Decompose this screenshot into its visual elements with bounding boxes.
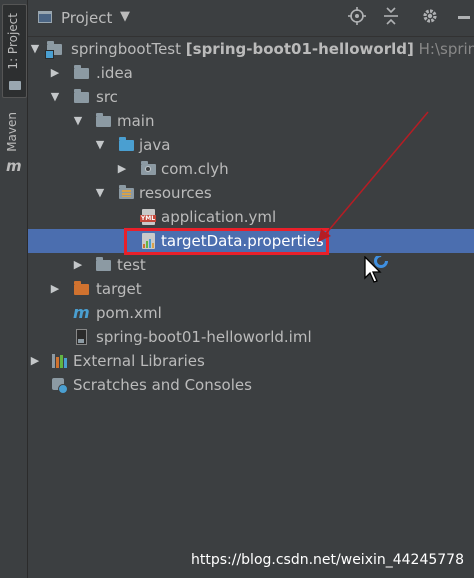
folder-icon (73, 89, 90, 105)
tree-label-package: com.clyh (161, 160, 229, 178)
tree-label-external-libraries: External Libraries (73, 352, 205, 370)
maven-icon[interactable]: m (6, 157, 22, 175)
folder-icon (9, 81, 21, 90)
expand-arrow-icon[interactable]: ▼ (93, 184, 107, 202)
tree-row-main[interactable]: ▼ main (28, 109, 474, 133)
tree-row-iml[interactable]: spring-boot01-helloworld.iml (28, 325, 474, 349)
iml-file-icon (73, 329, 90, 345)
collapsed-arrow-icon[interactable]: ▶ (48, 64, 62, 82)
module-folder-icon (45, 41, 63, 59)
tree-row-resources[interactable]: ▼ resources (28, 181, 474, 205)
tree-row-target[interactable]: ▶ target (28, 277, 474, 301)
root-path: H:\springbo (418, 40, 474, 58)
tree-label-application-yml: application.yml (161, 208, 277, 226)
excluded-folder-icon (73, 281, 90, 297)
view-selector-caret-icon[interactable]: ▼ (120, 9, 130, 24)
scratches-icon (51, 377, 68, 394)
annotation-highlight-box (124, 228, 329, 255)
tree-row-external-libraries[interactable]: ▶ External Libraries (28, 349, 474, 373)
left-tool-strip: 1: Project Maven m (0, 0, 28, 578)
tree-row-scratches[interactable]: Scratches and Consoles (28, 373, 474, 397)
mouse-cursor-icon (364, 254, 390, 286)
tree-label-test: test (117, 256, 146, 274)
settings-button[interactable] (419, 7, 441, 29)
project-header: Project ▼ (28, 0, 474, 37)
tree-row-application-yml[interactable]: YML application.yml (28, 205, 474, 229)
collapse-all-icon (384, 7, 398, 25)
expand-arrow-icon[interactable]: ▼ (48, 88, 62, 106)
view-selector-label[interactable]: Project (61, 9, 112, 27)
collapsed-arrow-icon[interactable]: ▶ (115, 160, 129, 178)
collapsed-arrow-icon[interactable]: ▶ (28, 352, 42, 370)
tree-row-idea[interactable]: ▶ .idea (28, 61, 474, 85)
tree-label-idea: .idea (96, 64, 133, 82)
tree-label-pom: pom.xml (96, 304, 162, 322)
tree-label-main: main (117, 112, 155, 130)
tree-label-src: src (96, 88, 118, 106)
minimize-icon (458, 16, 470, 19)
folder-icon (73, 65, 90, 81)
folder-icon (95, 257, 112, 273)
tree-row-package[interactable]: ▶ com.clyh (28, 157, 474, 181)
project-side-tab-label: 1: Project (6, 13, 20, 70)
tree-label-scratches: Scratches and Consoles (73, 376, 252, 394)
libraries-icon (51, 353, 68, 369)
resources-folder-icon (118, 185, 135, 201)
tree-row-root[interactable]: ▼ springbootTest [spring-boot01-hellowor… (28, 37, 474, 61)
tree-row-pom[interactable]: m pom.xml (28, 301, 474, 325)
project-tree: ▼ springbootTest [spring-boot01-hellowor… (28, 37, 474, 578)
tree-row-java[interactable]: ▼ java (28, 133, 474, 157)
project-side-tab[interactable]: 1: Project (2, 4, 27, 98)
watermark-text: https://blog.csdn.net/weixin_44245778 (190, 552, 464, 568)
project-tool-window: 1: Project Maven m Project ▼ ▼ springboo… (0, 0, 474, 578)
source-folder-icon (118, 137, 135, 153)
root-module-name: [spring-boot01-helloworld] (185, 40, 414, 58)
gear-icon (423, 9, 437, 23)
tree-label-resources: resources (139, 184, 212, 202)
locate-file-button[interactable] (346, 7, 368, 29)
expand-arrow-icon[interactable]: ▼ (93, 136, 107, 154)
maven-file-icon: m (73, 303, 90, 322)
tree-label-java: java (139, 136, 171, 154)
yml-file-icon: YML (140, 209, 157, 225)
maven-side-tab-label: Maven (5, 112, 19, 152)
expand-arrow-icon[interactable]: ▼ (71, 112, 85, 130)
package-icon (140, 161, 157, 177)
tree-label-target: target (96, 280, 142, 298)
hide-button[interactable] (452, 7, 474, 29)
collapse-all-button[interactable] (380, 7, 402, 29)
folder-icon (95, 113, 112, 129)
tree-row-test[interactable]: ▶ test (28, 253, 474, 277)
project-view-icon (38, 11, 52, 23)
collapsed-arrow-icon[interactable]: ▶ (71, 256, 85, 274)
root-project-name: springbootTest (71, 40, 181, 58)
crosshair-icon (348, 7, 366, 25)
tree-row-src[interactable]: ▼ src (28, 85, 474, 109)
tree-label-iml: spring-boot01-helloworld.iml (96, 328, 312, 346)
expand-arrow-icon[interactable]: ▼ (28, 40, 42, 58)
collapsed-arrow-icon[interactable]: ▶ (48, 280, 62, 298)
